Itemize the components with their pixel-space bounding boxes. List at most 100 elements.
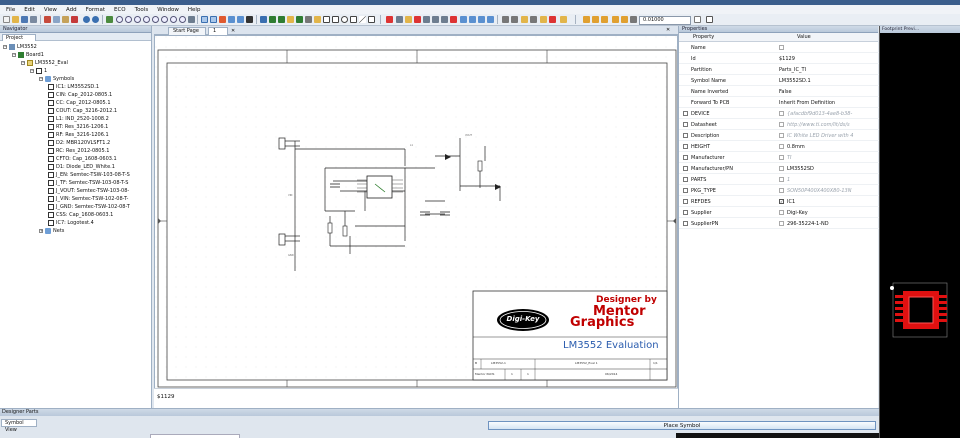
find-prev-icon[interactable] (601, 16, 608, 23)
tree-item[interactable]: D2: MBR120VLSFT1.2 (48, 139, 110, 147)
tree-item[interactable]: RT: Res_3216-1206.1 (48, 123, 108, 131)
pan-icon[interactable] (188, 16, 195, 23)
property-visibility-checkbox[interactable] (683, 210, 688, 215)
select-area-icon[interactable] (210, 16, 217, 23)
back-annotate-icon[interactable] (549, 16, 556, 23)
tree-item[interactable]: J_EN: Semtec-TSW-103-08-T-S (48, 171, 130, 179)
property-visibility-checkbox[interactable] (683, 177, 688, 182)
collapse-icon[interactable]: − (3, 45, 7, 49)
property-visibility-checkbox[interactable] (683, 188, 688, 193)
value-checkbox[interactable] (779, 144, 784, 149)
zoom-selection-icon[interactable] (170, 16, 177, 23)
property-value-cell[interactable]: SON50P400X400X80-13N (779, 188, 879, 194)
property-value-cell[interactable]: Inherit From Definition (779, 100, 879, 106)
copy-icon[interactable] (53, 16, 60, 23)
cut-icon[interactable] (44, 16, 51, 23)
mirror-icon[interactable] (469, 16, 476, 23)
value-checkbox[interactable] (779, 166, 784, 171)
redo-icon[interactable] (92, 16, 99, 23)
tree-item[interactable]: D1: Diode_LED_White.1 (48, 163, 115, 171)
add-component-icon[interactable] (287, 16, 294, 23)
tree-item[interactable]: −1 (30, 67, 47, 75)
property-row[interactable]: DEVICE {afacdbf9d013-4ae8-b38- (679, 109, 879, 119)
property-visibility-checkbox[interactable] (683, 133, 688, 138)
select-icon[interactable] (201, 16, 208, 23)
tree-item[interactable]: IC1: LM3552SD.1 (48, 83, 99, 91)
add-wire-icon[interactable] (305, 16, 312, 23)
property-row[interactable]: PARTS 1 (679, 175, 879, 185)
property-visibility-checkbox[interactable] (683, 221, 688, 226)
save-icon[interactable] (21, 16, 28, 23)
tree-item[interactable]: J_VIN: Semtec-TSW-102-08-T- (48, 195, 128, 203)
menu-help[interactable]: Help (188, 7, 201, 13)
tree-item[interactable]: − Symbols (39, 75, 74, 83)
tab-sheet-1[interactable]: 1 (208, 27, 228, 35)
value-checkbox[interactable] (779, 122, 784, 127)
zoom-area-icon[interactable] (143, 16, 150, 23)
tree-item[interactable]: J_GND: Semtec-TSW-102-08-T (48, 203, 130, 211)
value-checkbox[interactable] (779, 133, 784, 138)
add-arc-icon[interactable] (350, 16, 357, 23)
bring-front-icon[interactable] (502, 16, 509, 23)
property-value-cell[interactable]: 296-35224-1-ND (779, 221, 879, 227)
add-text-icon[interactable] (314, 16, 321, 23)
checked-checkbox[interactable]: ✓ (779, 199, 784, 204)
value-checkbox[interactable] (779, 155, 784, 160)
menu-eco[interactable]: ECO (114, 7, 126, 13)
hammer-icon[interactable] (106, 16, 113, 23)
find-icon[interactable] (583, 16, 590, 23)
add-line-icon[interactable] (359, 16, 366, 23)
value-checkbox[interactable] (779, 177, 784, 182)
tree-item[interactable]: RC: Res_2012-0805.1 (48, 147, 109, 155)
property-value-cell[interactable]: http://www.ti.com/lit/ds/s (779, 122, 879, 128)
stop-icon[interactable] (414, 16, 421, 23)
property-visibility-checkbox[interactable] (683, 111, 688, 116)
pan-mode-icon[interactable] (630, 16, 637, 23)
property-visibility-checkbox[interactable] (683, 144, 688, 149)
ungroup-icon[interactable] (487, 16, 494, 23)
add-circle-icon[interactable] (341, 16, 348, 23)
paste-icon[interactable] (62, 16, 69, 23)
add-net-icon[interactable] (269, 16, 276, 23)
property-row[interactable]: Symbol Name LM3552SD.1 (679, 76, 879, 86)
property-row[interactable]: HEIGHT 0.8mm (679, 142, 879, 152)
property-value-cell[interactable]: $1129 (779, 56, 879, 62)
zoom-in-icon[interactable] (125, 16, 132, 23)
schematic-canvas[interactable]: VIN GND L1 VOUT Designer by Digi-Key Men… (154, 35, 678, 408)
property-visibility-checkbox[interactable] (683, 122, 688, 127)
property-row[interactable]: SupplierPN 296-35224-1-ND (679, 219, 879, 229)
zoom-next-icon[interactable] (161, 16, 168, 23)
add-polyline-icon[interactable] (368, 16, 375, 23)
close-doc-icon[interactable]: ✕ (666, 27, 670, 33)
property-row[interactable]: Supplier Digi-Key (679, 208, 879, 218)
add-box-icon[interactable] (332, 16, 339, 23)
zoom-sheet-icon[interactable] (179, 16, 186, 23)
flip-icon[interactable] (460, 16, 467, 23)
add-bus-icon[interactable] (278, 16, 285, 23)
property-visibility-checkbox[interactable] (683, 155, 688, 160)
property-row[interactable]: PKG_TYPE SON50P400X400X80-13N (679, 186, 879, 196)
menu-format[interactable]: Format (86, 7, 105, 13)
tree-item[interactable]: − Board1 (12, 51, 44, 59)
value-checkbox[interactable] (779, 111, 784, 116)
property-value-cell[interactable]: False (779, 89, 879, 95)
place-symbol-button[interactable]: Place Symbol (488, 421, 876, 430)
search-options-icon[interactable] (621, 16, 628, 23)
property-icon[interactable] (405, 16, 412, 23)
collapse-icon[interactable]: − (30, 69, 34, 73)
collapse-icon[interactable]: − (12, 53, 16, 57)
zoom-out-icon[interactable] (134, 16, 141, 23)
annotate-icon[interactable] (521, 16, 528, 23)
tree-item[interactable]: CSS: Cap_1608-0603.1 (48, 211, 113, 219)
property-value-cell[interactable]: 0.8mm (779, 144, 879, 150)
zoom-fit-icon[interactable] (116, 16, 123, 23)
property-value-cell[interactable]: Digi-Key (779, 210, 879, 216)
find-next-icon[interactable] (592, 16, 599, 23)
value-checkbox[interactable] (779, 188, 784, 193)
tree-item[interactable]: + Nets (39, 227, 64, 235)
list-icon[interactable] (706, 16, 713, 23)
snap-icon[interactable] (441, 16, 448, 23)
tree-item[interactable]: − LM3552_Eval (21, 59, 68, 67)
zoom-input[interactable]: 0.01000 (639, 15, 691, 25)
add-rectangle-icon[interactable] (323, 16, 330, 23)
